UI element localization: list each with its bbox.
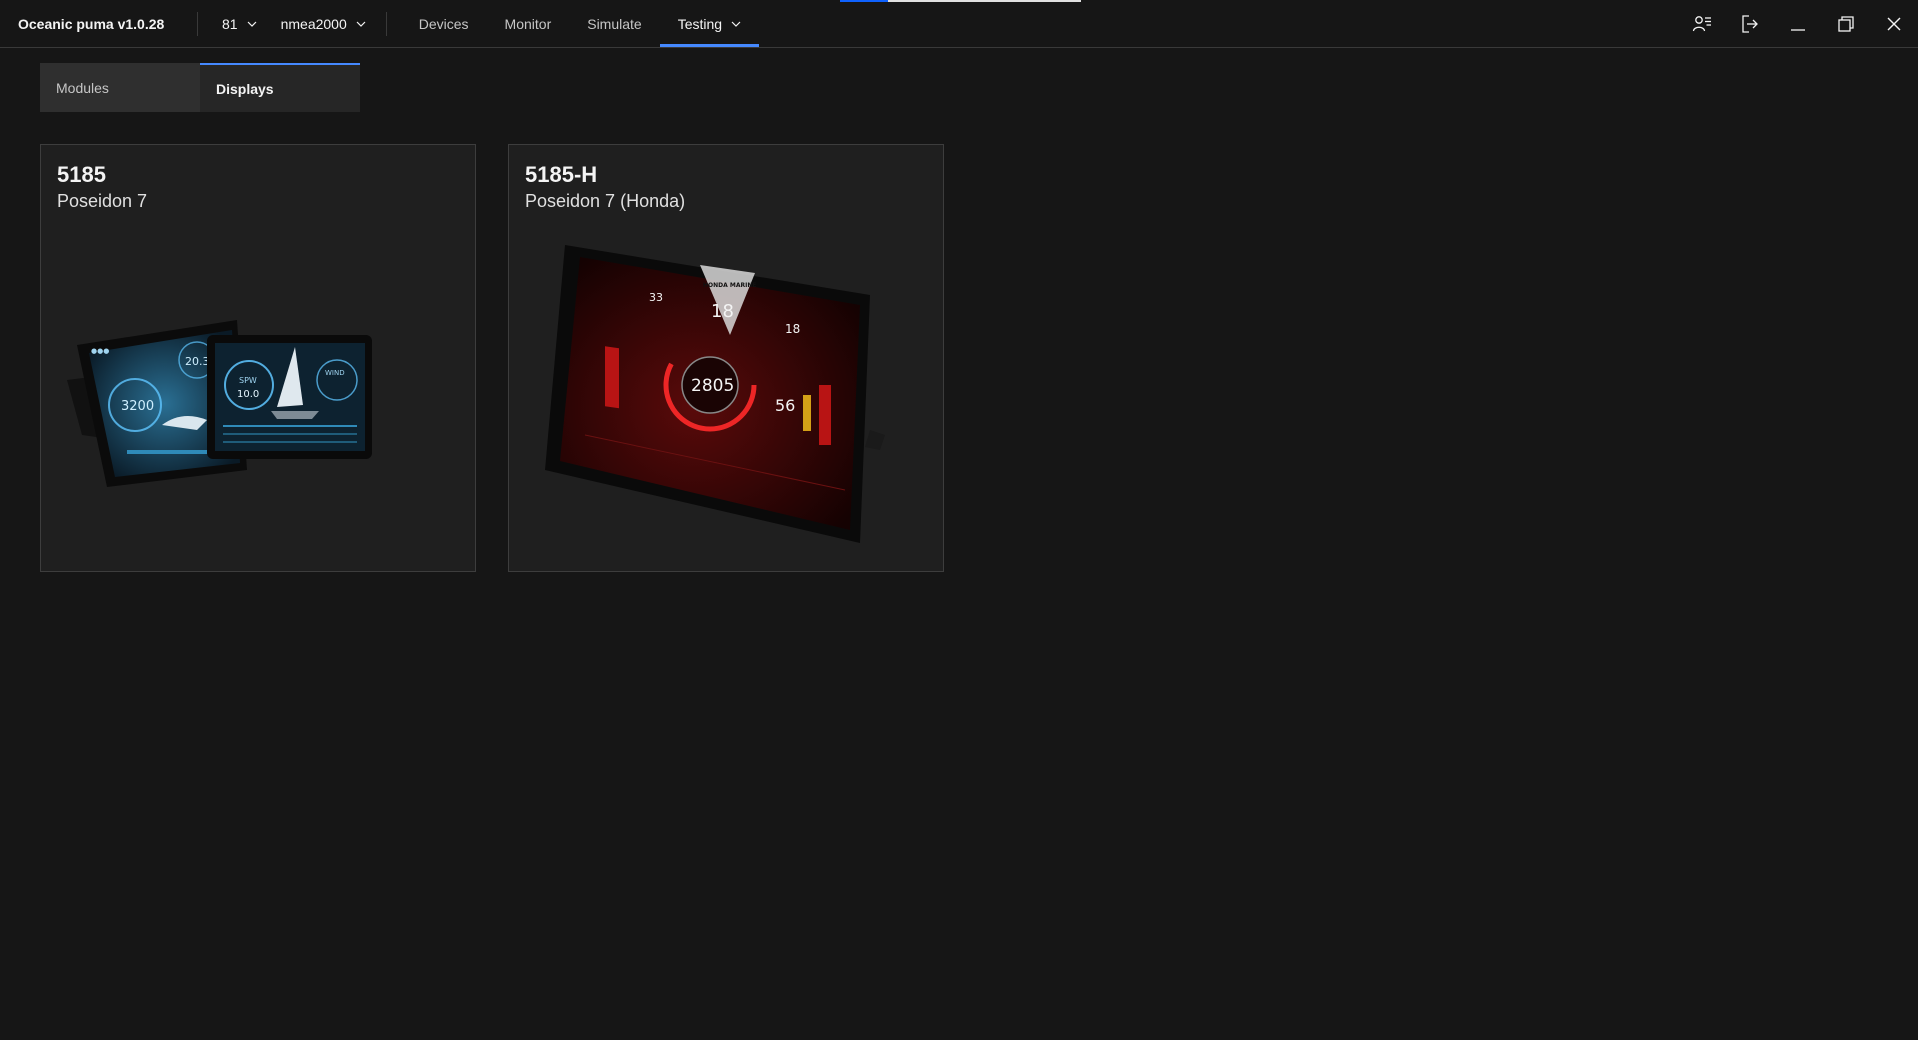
minimize-icon	[1791, 28, 1805, 31]
nav-testing[interactable]: Testing	[659, 0, 760, 47]
sog-label: SPW	[239, 376, 257, 385]
chevron-down-icon	[356, 21, 366, 27]
chevron-down-icon	[731, 21, 741, 27]
card-product-name: Poseidon 7 (Honda)	[525, 191, 686, 211]
tab-displays[interactable]: Displays	[200, 63, 360, 112]
close-button[interactable]	[1870, 0, 1918, 47]
card-model: 5185	[57, 162, 106, 187]
chevron-down-icon	[247, 21, 257, 27]
tab-modules[interactable]: Modules	[40, 63, 200, 112]
network-value: nmea2000	[280, 15, 347, 32]
gauge-b-readout: 20.3	[185, 355, 210, 368]
maximize-button[interactable]	[1822, 0, 1870, 47]
nav-devices[interactable]: Devices	[401, 0, 487, 47]
temperature-readout: 56	[775, 396, 795, 415]
wind-label: WIND	[325, 369, 345, 377]
header-actions	[1678, 0, 1918, 47]
tab-displays-label: Displays	[216, 80, 274, 97]
nav-devices-label: Devices	[418, 15, 469, 32]
nav-simulate[interactable]: Simulate	[569, 0, 659, 47]
logout-icon	[1742, 14, 1758, 33]
network-dropdown[interactable]: nmea2000	[269, 0, 386, 47]
device-address-value: 81	[222, 15, 238, 32]
brand-label: HONDA MARINE	[703, 282, 756, 289]
header-divider	[385, 11, 387, 36]
display-card-5185-h[interactable]: 5185-H Poseidon 7 (Honda) HONDA MARINE 2…	[508, 144, 944, 572]
user-list-icon	[1692, 15, 1711, 31]
display-card-5185[interactable]: 5185 Poseidon 7 3200 20.3 ●●● SPW 10.0 W…	[40, 144, 476, 572]
nav-testing-label: Testing	[677, 15, 723, 32]
tab-modules-label: Modules	[56, 79, 109, 96]
main-nav: Devices Monitor Simulate Testing	[401, 0, 760, 47]
app-header: Oceanic puma v1.0.28 81 nmea2000 Devices…	[0, 0, 1918, 48]
content-tabs: Modules Displays	[40, 63, 360, 112]
product-image-poseidon-7: 3200 20.3 ●●● 3200 SPW 10.0	[57, 225, 461, 555]
product-image-poseidon-7-honda: HONDA MARINE 2805 18 33 18 56	[525, 225, 929, 555]
svg-text:●●●: ●●●	[91, 347, 109, 355]
app-title: Oceanic puma v1.0.28	[18, 15, 165, 32]
user-list-button[interactable]	[1678, 0, 1726, 47]
minimize-button[interactable]	[1774, 0, 1822, 47]
left-gauge-readout: 33	[649, 291, 663, 304]
nav-monitor-label: Monitor	[504, 15, 552, 32]
display-card-grid: 5185 Poseidon 7 3200 20.3 ●●● SPW 10.0 W…	[40, 144, 944, 572]
rpm-readout: 2805	[691, 376, 734, 396]
speed-readout: 10.0	[237, 389, 259, 400]
gauge-a-readout: 3200	[121, 399, 154, 414]
loading-progress-bar	[840, 0, 1081, 2]
nav-monitor[interactable]: Monitor	[487, 0, 570, 47]
device-address-dropdown[interactable]: 81	[198, 0, 269, 47]
speed-readout: 18	[711, 301, 734, 322]
maximize-icon	[1838, 15, 1854, 32]
close-icon	[1887, 17, 1901, 30]
logout-button[interactable]	[1726, 0, 1774, 47]
card-model: 5185-H	[525, 162, 598, 187]
right-gauge-readout: 18	[785, 322, 800, 336]
card-product-name: Poseidon 7	[57, 191, 148, 211]
nav-simulate-label: Simulate	[587, 15, 642, 32]
